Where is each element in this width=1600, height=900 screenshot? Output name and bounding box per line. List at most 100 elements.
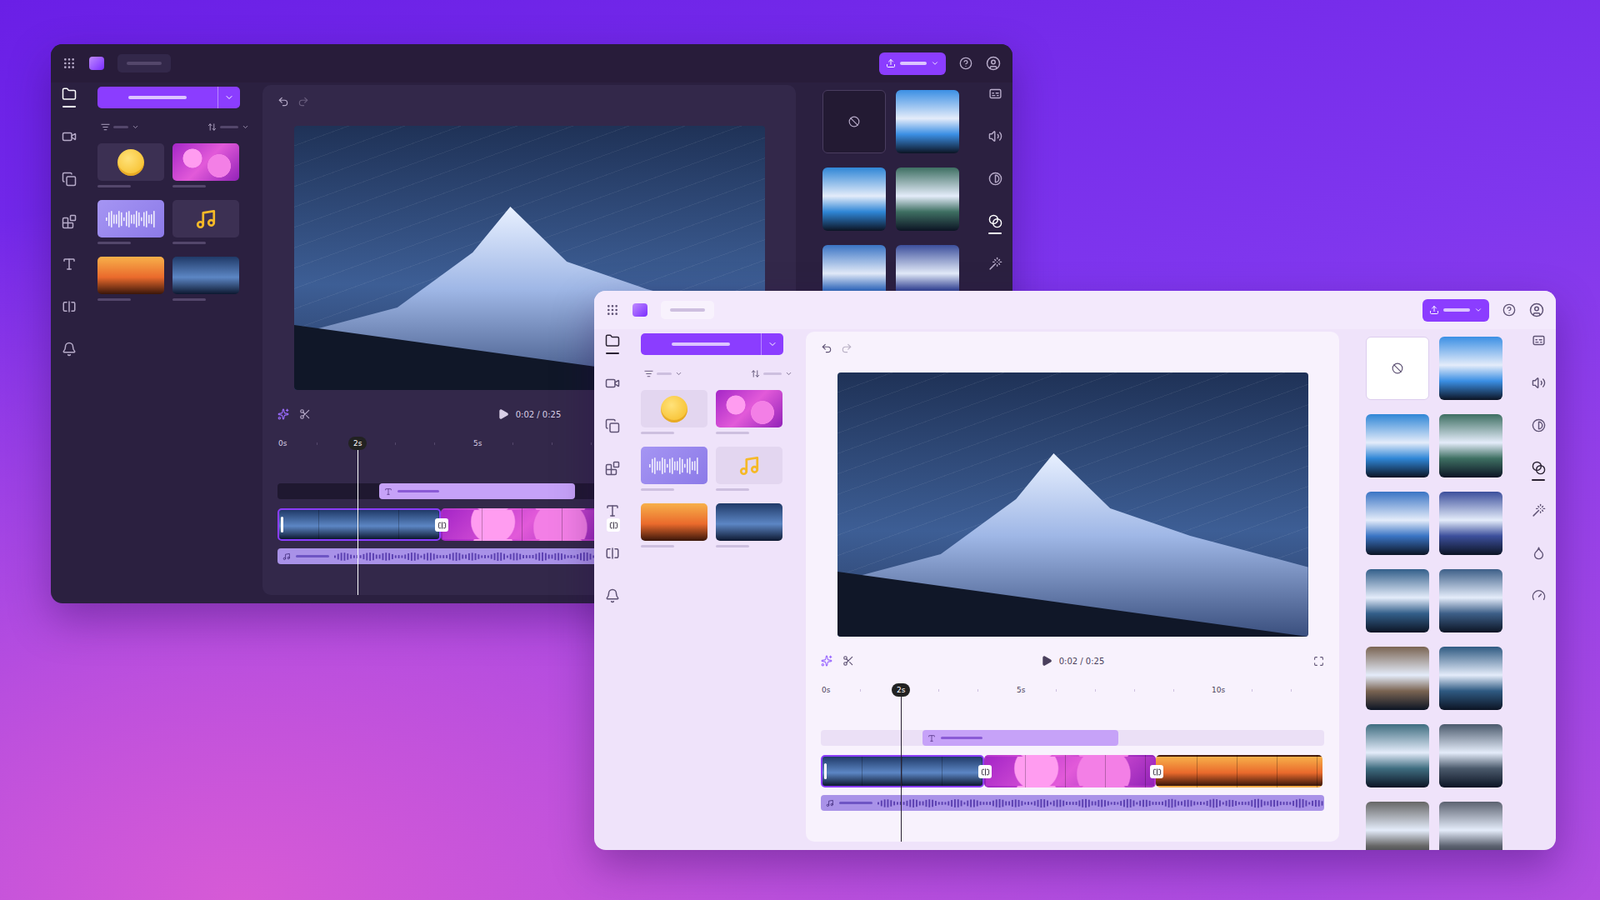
filter-button[interactable] (644, 369, 683, 379)
undo-icon[interactable] (820, 342, 833, 355)
playhead[interactable]: 2s (357, 436, 359, 595)
filter-thumbnail[interactable] (1365, 569, 1430, 633)
media-item[interactable] (715, 503, 783, 548)
right-rail-item[interactable] (1525, 456, 1551, 485)
right-rail-item[interactable] (982, 82, 1008, 111)
media-item[interactable] (715, 390, 783, 435)
import-media-dropdown[interactable] (640, 333, 784, 355)
video-clip[interactable] (984, 755, 1156, 788)
play-icon[interactable] (1040, 655, 1053, 667)
filter-thumbnail[interactable] (1439, 646, 1503, 710)
right-rail-item[interactable] (1525, 499, 1551, 528)
right-rail-item[interactable] (982, 125, 1008, 154)
text-clip[interactable] (379, 483, 575, 500)
project-title[interactable] (660, 300, 715, 320)
left-rail-item[interactable] (600, 414, 625, 443)
video-clip[interactable] (820, 755, 985, 788)
media-item[interactable] (172, 256, 240, 301)
right-rail-item[interactable] (982, 167, 1008, 196)
media-item[interactable] (97, 143, 165, 188)
redo-icon[interactable] (297, 95, 310, 108)
media-item[interactable] (97, 200, 165, 245)
filter-thumbnail[interactable] (822, 167, 886, 231)
play-icon[interactable] (497, 408, 510, 420)
help-icon[interactable] (959, 56, 973, 70)
media-item[interactable] (172, 200, 240, 245)
ai-sparkle-icon[interactable] (277, 408, 290, 420)
right-rail-item[interactable] (1525, 414, 1551, 443)
left-rail-item[interactable] (56, 125, 82, 154)
dropdown-arrow[interactable] (217, 86, 240, 109)
account-icon[interactable] (1529, 302, 1545, 318)
left-rail-item[interactable] (600, 371, 625, 400)
media-item[interactable] (640, 446, 708, 491)
fullscreen-icon[interactable] (1313, 655, 1325, 667)
text-clip[interactable] (922, 730, 1119, 746)
right-rail-item[interactable] (1525, 371, 1551, 400)
filter-thumbnail[interactable] (1365, 491, 1430, 555)
filter-thumbnail[interactable] (1439, 724, 1503, 788)
right-rail-item[interactable] (1525, 329, 1551, 358)
transition-marker[interactable] (435, 518, 449, 532)
left-rail-item[interactable] (600, 541, 625, 570)
export-button[interactable] (879, 52, 946, 75)
left-rail-item[interactable] (600, 456, 625, 485)
left-rail-item[interactable] (56, 295, 82, 324)
export-button[interactable] (1422, 299, 1490, 322)
help-icon[interactable] (1502, 303, 1516, 317)
filter-thumbnail[interactable] (1439, 801, 1503, 850)
filter-thumbnail[interactable] (895, 90, 960, 154)
transition-marker[interactable] (606, 518, 620, 532)
right-rail-item[interactable] (982, 252, 1008, 281)
transition-marker[interactable] (1150, 765, 1164, 779)
audio-track[interactable] (820, 795, 1325, 811)
sort-button[interactable] (750, 369, 793, 379)
account-icon[interactable] (985, 55, 1001, 71)
filter-thumbnail[interactable] (1365, 801, 1430, 850)
media-item[interactable] (172, 143, 240, 188)
filter-button[interactable] (100, 122, 140, 132)
media-item[interactable] (640, 503, 708, 548)
playhead-knob[interactable]: 2s (891, 683, 910, 697)
right-rail-item[interactable] (982, 210, 1008, 239)
app-launcher-icon[interactable] (605, 303, 620, 317)
left-rail-item[interactable] (600, 584, 625, 613)
filter-thumbnail[interactable] (1439, 569, 1503, 633)
redo-icon[interactable] (840, 342, 853, 355)
trim-handle[interactable] (280, 516, 284, 533)
filter-thumbnail[interactable] (895, 167, 960, 231)
right-rail-item[interactable] (1525, 584, 1551, 613)
transition-marker[interactable] (978, 765, 992, 779)
left-rail-item[interactable] (56, 252, 82, 281)
playhead[interactable]: 2s (900, 683, 902, 842)
filter-thumbnail[interactable] (1365, 414, 1430, 478)
video-clip[interactable] (440, 508, 613, 541)
split-icon[interactable] (842, 655, 855, 667)
left-rail-item[interactable] (600, 329, 625, 358)
playhead-knob[interactable]: 2s (348, 436, 367, 450)
filter-thumbnail[interactable] (1439, 491, 1503, 555)
filter-thumbnail[interactable] (1365, 336, 1430, 400)
app-launcher-icon[interactable] (62, 56, 76, 70)
filter-thumbnail[interactable] (1365, 724, 1430, 788)
left-rail-item[interactable] (56, 82, 82, 111)
media-item[interactable] (97, 256, 165, 301)
media-item[interactable] (640, 390, 708, 435)
left-rail-item[interactable] (56, 210, 82, 239)
ai-sparkle-icon[interactable] (820, 655, 833, 667)
sort-button[interactable] (207, 122, 250, 132)
import-media-button[interactable] (640, 333, 761, 355)
right-rail-item[interactable] (1525, 541, 1551, 570)
filter-thumbnail[interactable] (1365, 646, 1430, 710)
filter-thumbnail[interactable] (822, 90, 886, 154)
left-rail-item[interactable] (56, 167, 82, 196)
media-item[interactable] (715, 446, 783, 491)
project-title[interactable] (117, 54, 171, 73)
video-clip[interactable] (1155, 755, 1323, 788)
trim-handle[interactable] (824, 763, 827, 780)
undo-icon[interactable] (277, 95, 290, 108)
dropdown-arrow[interactable] (760, 333, 784, 355)
left-rail-item[interactable] (56, 337, 82, 366)
import-media-button[interactable] (97, 86, 218, 109)
split-icon[interactable] (299, 408, 311, 420)
